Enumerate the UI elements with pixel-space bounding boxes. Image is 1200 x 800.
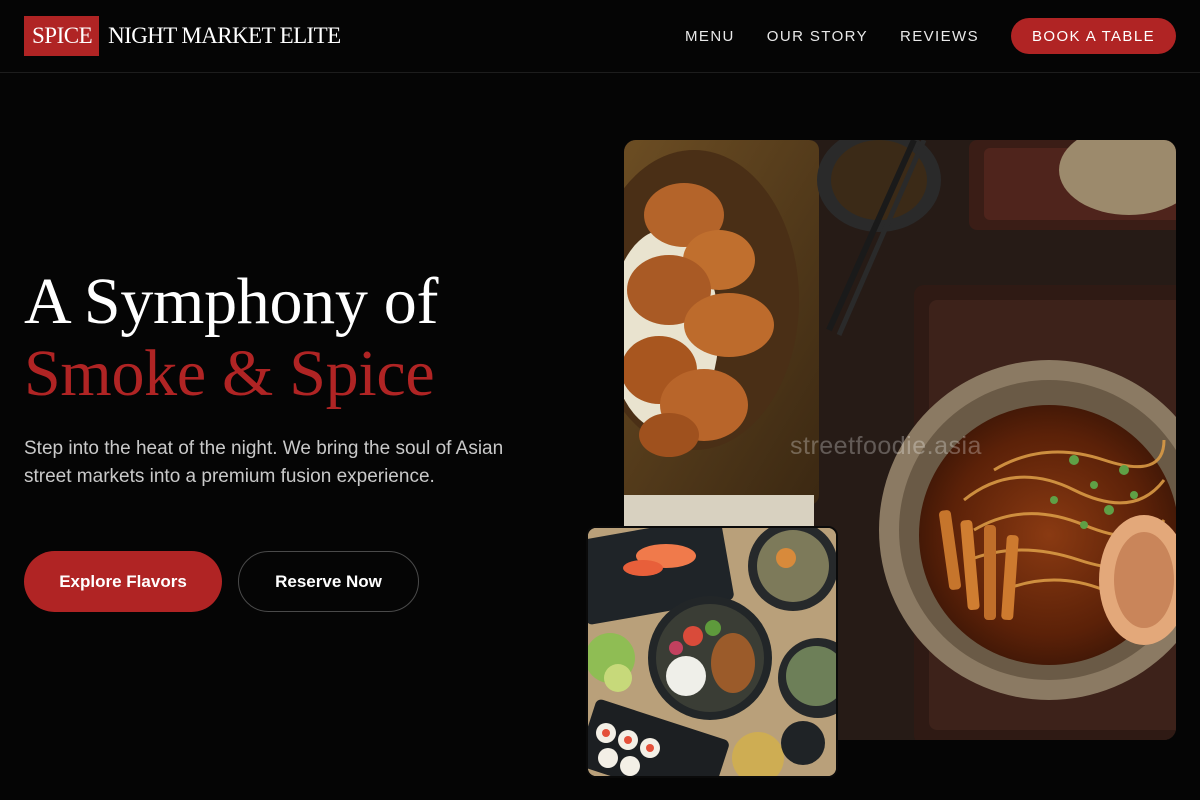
- secondary-food-photo: [586, 526, 838, 778]
- nav-link-our-story[interactable]: OUR STORY: [767, 28, 868, 45]
- reserve-now-button[interactable]: Reserve Now: [238, 551, 419, 612]
- hero-title: A Symphony of Smoke & Spice: [24, 266, 438, 410]
- book-a-table-button[interactable]: BOOK A TABLE: [1011, 18, 1176, 54]
- brand-logo[interactable]: SPICE NIGHT MARKET ELITE: [24, 16, 341, 56]
- photo-watermark: streetfoodie.asia: [790, 432, 982, 460]
- brand-logo-mark: SPICE: [24, 16, 100, 56]
- top-navigation: SPICE NIGHT MARKET ELITE MENU OUR STORY …: [0, 0, 1200, 73]
- brand-name: NIGHT MARKET ELITE: [108, 23, 341, 48]
- explore-flavors-button[interactable]: Explore Flavors: [24, 551, 222, 612]
- sushi-spread-illustration: [588, 528, 836, 776]
- hero-title-line-2: Smoke & Spice: [24, 337, 435, 410]
- nav-link-menu[interactable]: MENU: [685, 28, 735, 45]
- hero-description: Step into the heat of the night. We brin…: [24, 438, 504, 487]
- nav-link-reviews[interactable]: REVIEWS: [900, 28, 979, 45]
- hero-title-line-1: A Symphony of: [24, 265, 439, 338]
- nav-links: MENU OUR STORY REVIEWS BOOK A TABLE: [685, 18, 1176, 54]
